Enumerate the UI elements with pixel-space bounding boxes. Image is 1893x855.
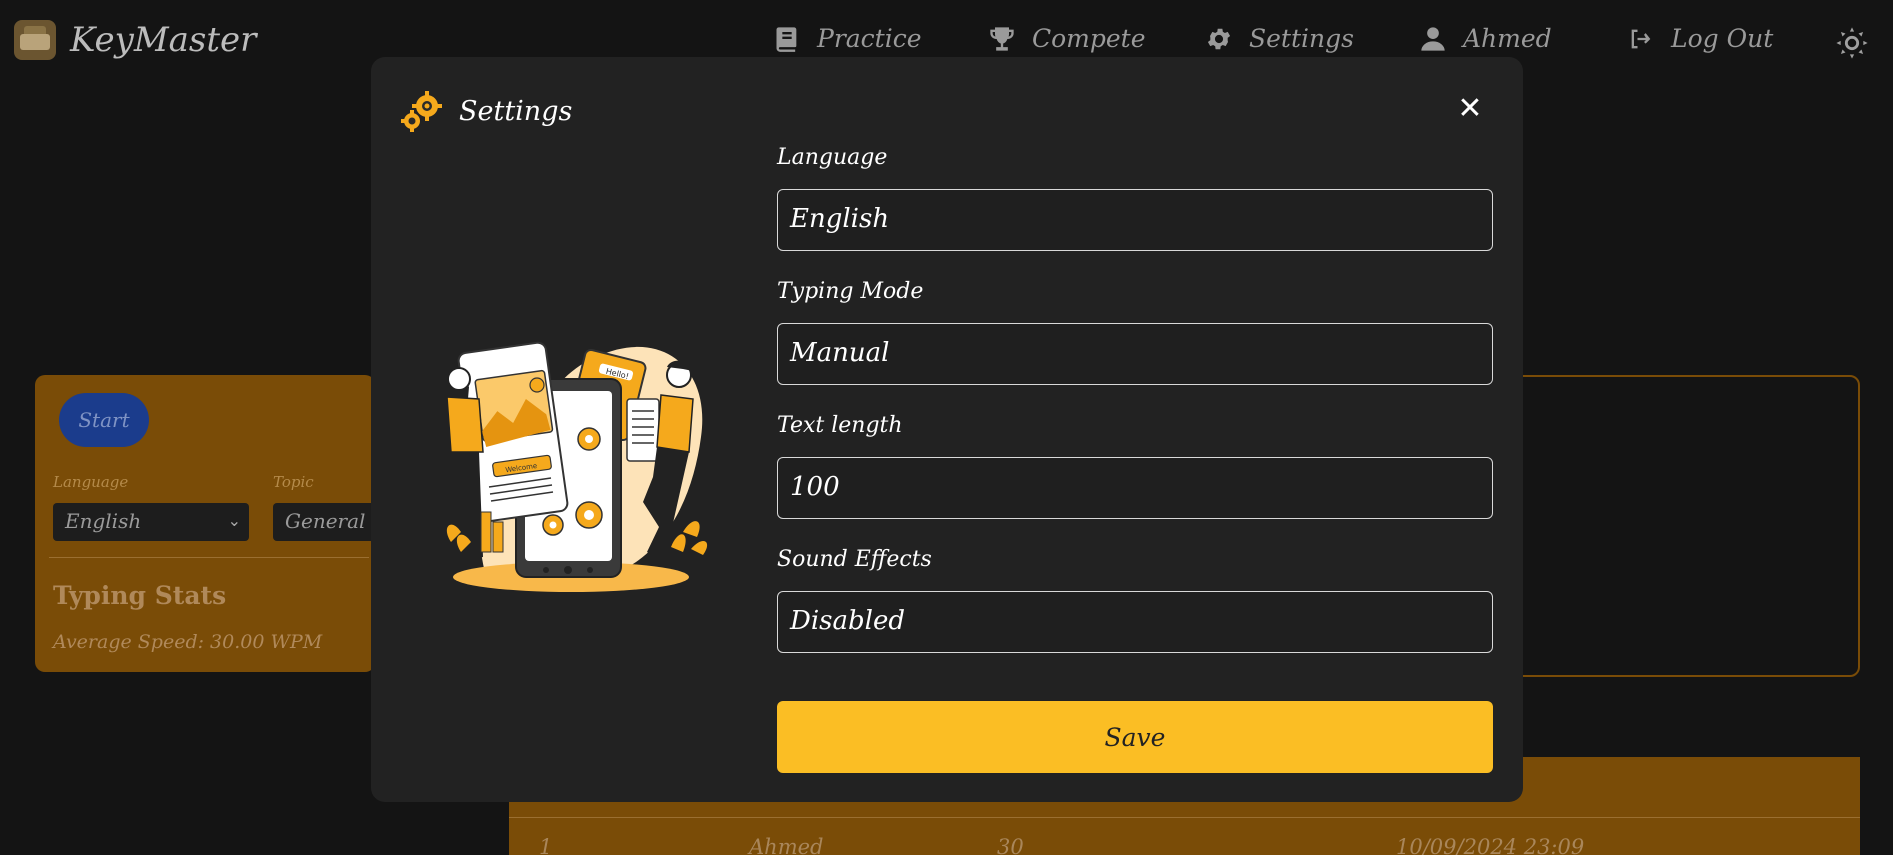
leaderboard-wpm: 30 <box>997 835 1024 855</box>
close-icon[interactable]: ✕ <box>1456 94 1484 124</box>
language-select[interactable]: English ⌄ <box>53 503 249 541</box>
start-button[interactable]: Start <box>59 393 149 447</box>
brand-name: KeyMaster <box>70 20 257 60</box>
topic-select-value: General <box>285 509 366 533</box>
topic-select[interactable]: General <box>273 503 375 541</box>
divider <box>49 557 369 558</box>
average-speed: Average Speed: 30.00 WPM <box>53 631 323 653</box>
language-label: Language <box>777 145 888 170</box>
nav-user-label: Ahmed <box>1463 24 1552 53</box>
nav-settings-label: Settings <box>1249 24 1354 53</box>
book-icon <box>773 25 801 53</box>
settings-illustration: Hello! Welcome <box>421 327 721 597</box>
gear-icon <box>1205 25 1233 53</box>
leaderboard-rank: 1 <box>539 835 553 855</box>
nav-settings[interactable]: Settings <box>1205 24 1354 53</box>
logout-icon <box>1627 25 1655 53</box>
leaderboard-date: 10/09/2024 23:09 <box>1396 835 1585 855</box>
leaderboard-name: Ahmed <box>749 835 824 855</box>
nav-user[interactable]: Ahmed <box>1419 24 1552 53</box>
chevron-down-icon: ⌄ <box>227 511 241 530</box>
practice-card: Start Language English ⌄ Topic General T… <box>35 375 375 672</box>
modal-header: Settings <box>401 89 572 133</box>
language-field[interactable]: English <box>777 189 1493 251</box>
keyboard-logo-icon <box>14 20 56 60</box>
nav-logout[interactable]: Log Out <box>1627 24 1773 53</box>
trophy-icon <box>988 25 1016 53</box>
nav-logout-label: Log Out <box>1671 24 1774 53</box>
settings-modal: Settings ✕ Hello! Welcome Language Engli… <box>371 57 1523 802</box>
language-label: Language <box>53 473 129 491</box>
gears-icon <box>401 89 445 133</box>
topic-label: Topic <box>273 473 314 491</box>
typing-stats-title: Typing Stats <box>53 581 227 610</box>
brand[interactable]: KeyMaster <box>14 20 256 60</box>
nav-practice-label: Practice <box>817 24 922 53</box>
modal-title: Settings <box>459 95 573 127</box>
sound-effects-label: Sound Effects <box>777 547 932 572</box>
typing-text-panel <box>1475 375 1860 677</box>
user-icon <box>1419 25 1447 53</box>
nav-compete[interactable]: Compete <box>988 24 1146 53</box>
typing-mode-field[interactable]: Manual <box>777 323 1493 385</box>
sound-effects-field[interactable]: Disabled <box>777 591 1493 653</box>
save-button[interactable]: Save <box>777 701 1493 773</box>
language-select-value: English <box>65 509 142 533</box>
nav-practice[interactable]: Practice <box>773 24 922 53</box>
text-length-label: Text length <box>777 413 903 438</box>
nav-compete-label: Compete <box>1032 24 1146 53</box>
text-length-field[interactable]: 100 <box>777 457 1493 519</box>
sun-icon[interactable] <box>1835 26 1869 60</box>
typing-mode-label: Typing Mode <box>777 279 924 304</box>
